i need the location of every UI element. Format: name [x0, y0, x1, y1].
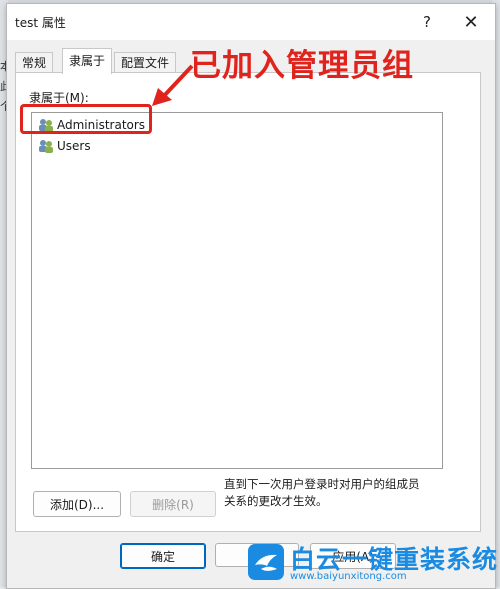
title-bar[interactable]: test 属性 ? ✕	[7, 4, 495, 40]
highlight-box	[20, 104, 152, 134]
membership-note: 直到下一次用户登录时对用户的组成员关系的更改才生效。	[224, 477, 420, 508]
watermark-url: www.baiyunxitong.com	[290, 571, 407, 582]
close-button[interactable]: ✕	[449, 4, 493, 40]
groups-listbox[interactable]: Administrators Users	[31, 112, 443, 469]
member-of-page: 隶属于(M): Administrators Users 添加(D)... 删除…	[15, 72, 481, 532]
tab-general[interactable]: 常规	[15, 52, 54, 73]
tab-member-of[interactable]: 隶属于	[62, 48, 113, 74]
annotation-text: 已加入管理员组	[190, 48, 414, 84]
ok-button[interactable]: 确定	[120, 543, 206, 569]
dialog-title: test 属性	[15, 16, 66, 30]
help-button[interactable]: ?	[405, 4, 449, 40]
remove-button[interactable]: 删除(R)	[130, 491, 216, 517]
list-item-users[interactable]: Users	[38, 137, 91, 155]
watermark: 白云一键重装系统 www.baiyunxitong.com	[248, 540, 500, 587]
add-button[interactable]: 添加(D)...	[33, 491, 121, 517]
group-name: Users	[57, 139, 91, 153]
bird-logo-icon	[248, 544, 284, 580]
properties-dialog: test 属性 ? ✕ 常规 隶属于 配置文件 隶属于(M): Administ…	[6, 3, 496, 589]
group-icon	[38, 138, 54, 154]
